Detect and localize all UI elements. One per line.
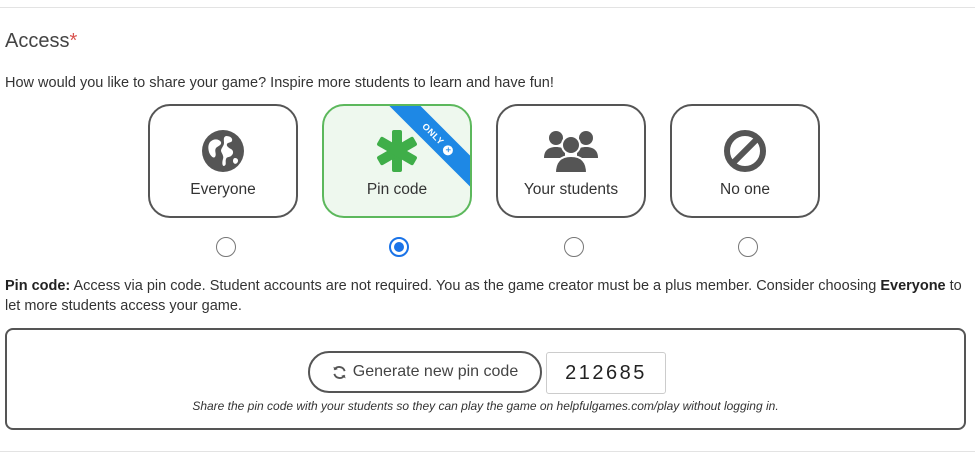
description-emphasis: Everyone — [880, 278, 946, 294]
section-title-text: Access — [5, 30, 70, 52]
radio-your-students[interactable] — [564, 237, 584, 257]
required-mark: * — [69, 30, 78, 52]
pin-code-display: 212685 — [546, 352, 666, 394]
pin-code-note: Share the pin code with your students so… — [192, 399, 779, 413]
generate-pin-label: Generate new pin code — [352, 363, 519, 380]
ribbon-text: ONLY — [420, 121, 446, 147]
access-option-label: Everyone — [190, 181, 256, 198]
section-title: Access* — [5, 30, 77, 53]
access-option-label: Your students — [523, 181, 619, 198]
users-icon — [544, 131, 598, 174]
plus-badge-icon: × — [441, 143, 456, 158]
access-option-pin-code[interactable]: Pin code ONLY× — [322, 104, 472, 218]
asterisk-icon — [377, 130, 417, 172]
radio-everyone[interactable] — [216, 237, 236, 257]
description-text: Access via pin code. Student accounts ar… — [70, 278, 881, 294]
ban-icon — [724, 130, 766, 172]
access-option-label: No one — [720, 181, 770, 198]
top-divider — [0, 7, 975, 8]
access-option-no-one[interactable]: No one — [670, 104, 820, 218]
pin-code-panel: Generate new pin code 212685 Share the p… — [5, 328, 966, 430]
access-description: Pin code: Access via pin code. Student a… — [5, 276, 970, 316]
generate-pin-button[interactable]: Generate new pin code — [308, 351, 542, 393]
section-subtitle: How would you like to share your game? I… — [5, 75, 554, 91]
access-option-your-students[interactable]: Your students — [496, 104, 646, 218]
refresh-icon — [333, 365, 346, 379]
globe-icon — [202, 130, 244, 172]
radio-no-one[interactable] — [738, 237, 758, 257]
description-lead: Pin code: — [5, 278, 71, 294]
access-option-label: Pin code — [366, 181, 428, 198]
access-option-everyone[interactable]: Everyone — [148, 104, 298, 218]
bottom-divider — [0, 451, 975, 452]
radio-pin-code[interactable] — [389, 237, 409, 257]
